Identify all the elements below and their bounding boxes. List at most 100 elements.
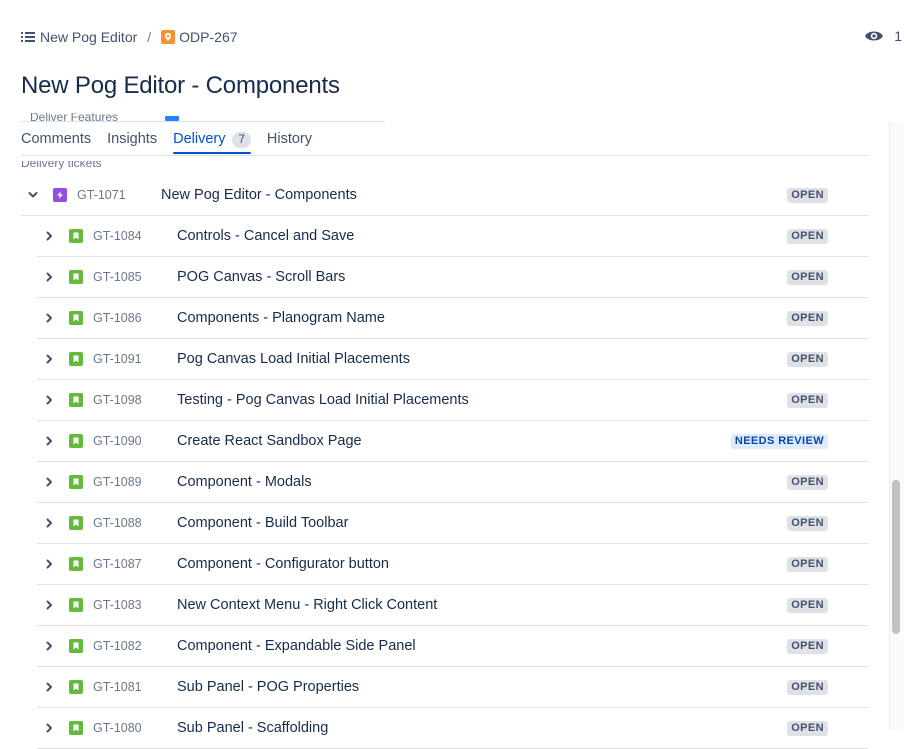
status-badge: OPEN: [787, 598, 828, 613]
child-ticket-row[interactable]: GT-1089 Component - Modals OPEN: [37, 462, 868, 503]
ticket-key[interactable]: GT-1085: [93, 270, 142, 284]
bookmark-icon: [69, 393, 83, 407]
ticket-key[interactable]: GT-1084: [93, 229, 142, 243]
ticket-summary[interactable]: Pog Canvas Load Initial Placements: [177, 351, 410, 367]
ticket-key[interactable]: GT-1098: [93, 393, 142, 407]
status-badge: OPEN: [787, 516, 828, 531]
child-ticket-row[interactable]: GT-1088 Component - Build Toolbar OPEN: [37, 503, 868, 544]
scrollbar-thumb[interactable]: [892, 480, 900, 634]
ticket-summary[interactable]: Component - Build Toolbar: [177, 515, 348, 531]
eye-icon: [865, 31, 884, 41]
status-badge: OPEN: [787, 270, 828, 285]
tab-history[interactable]: History: [267, 122, 312, 154]
status-badge: NEEDS REVIEW: [730, 434, 828, 449]
child-ticket-row[interactable]: GT-1098 Testing - Pog Canvas Load Initial…: [37, 380, 868, 421]
ticket-summary[interactable]: Testing - Pog Canvas Load Initial Placem…: [177, 392, 469, 408]
child-ticket-row[interactable]: GT-1090 Create React Sandbox Page NEEDS RE…: [37, 421, 868, 462]
list-icon[interactable]: [21, 31, 35, 43]
status-badge: OPEN: [787, 557, 828, 572]
status-badge: OPEN: [787, 680, 828, 695]
bookmark-icon: [69, 721, 83, 735]
ticket-key[interactable]: GT-1086: [93, 311, 142, 325]
status-badge: OPEN: [787, 188, 828, 203]
status-badge: OPEN: [787, 352, 828, 367]
ticket-key[interactable]: GT-1082: [93, 639, 142, 653]
status-badge: OPEN: [787, 311, 828, 326]
chevron-right-icon[interactable]: [44, 436, 54, 446]
chevron-right-icon[interactable]: [44, 641, 54, 651]
chevron-right-icon[interactable]: [44, 313, 54, 323]
status-badge: OPEN: [787, 721, 828, 736]
child-ticket-row[interactable]: GT-1083 New Context Menu - Right Click Co…: [37, 585, 868, 626]
parent-ticket-row[interactable]: GT-1071 New Pog Editor - Components OPEN: [21, 174, 868, 216]
ticket-summary[interactable]: Sub Panel - Scaffolding: [177, 720, 328, 736]
child-ticket-row[interactable]: GT-1087 Component - Configurator button OP…: [37, 544, 868, 585]
ticket-summary[interactable]: POG Canvas - Scroll Bars: [177, 269, 345, 285]
lightning-icon: [53, 188, 67, 202]
breadcrumb: New Pog Editor / ODP-267: [21, 28, 238, 46]
ticket-key[interactable]: GT-1081: [93, 680, 142, 694]
bookmark-icon: [69, 516, 83, 530]
ticket-key[interactable]: GT-1090: [93, 434, 142, 448]
ticket-key[interactable]: GT-1083: [93, 598, 142, 612]
ticket-key[interactable]: GT-1071: [77, 188, 126, 202]
ticket-summary[interactable]: Controls - Cancel and Save: [177, 228, 354, 244]
bookmark-icon: [69, 352, 83, 366]
ticket-key[interactable]: GT-1080: [93, 721, 142, 735]
ticket-key[interactable]: GT-1087: [93, 557, 142, 571]
page-title: New Pog Editor - Components: [21, 72, 340, 99]
bookmark-icon: [69, 557, 83, 571]
breadcrumb-project-link[interactable]: New Pog Editor: [40, 29, 137, 45]
ticket-summary[interactable]: Sub Panel - POG Properties: [177, 679, 359, 695]
watch-button[interactable]: 1: [864, 28, 902, 44]
child-ticket-row[interactable]: GT-1084 Controls - Cancel and Save OPEN: [37, 216, 868, 257]
ticket-summary[interactable]: Components - Planogram Name: [177, 310, 385, 326]
ticket-key[interactable]: GT-1091: [93, 352, 142, 366]
status-badge: OPEN: [787, 639, 828, 654]
watcher-count: 1: [894, 28, 902, 44]
tab-delivery[interactable]: Delivery 7: [173, 122, 251, 154]
ticket-summary[interactable]: Create React Sandbox Page: [177, 433, 362, 449]
ticket-summary[interactable]: Component - Configurator button: [177, 556, 389, 572]
bookmark-icon: [69, 680, 83, 694]
ticket-summary[interactable]: New Context Menu - Right Click Content: [177, 597, 437, 613]
tab-bar: Comments Insights Delivery 7 History: [21, 122, 868, 156]
child-ticket-row[interactable]: GT-1086 Components - Planogram Name OPEN: [37, 298, 868, 339]
ticket-summary[interactable]: Component - Expandable Side Panel: [177, 638, 416, 654]
chevron-right-icon[interactable]: [44, 272, 54, 282]
chevron-down-icon[interactable]: [28, 190, 38, 200]
child-ticket-row[interactable]: GT-1085 POG Canvas - Scroll Bars OPEN: [37, 257, 868, 298]
ticket-key[interactable]: GT-1088: [93, 516, 142, 530]
chevron-right-icon[interactable]: [44, 518, 54, 528]
partial-content-text: Deliver Features: [30, 113, 119, 121]
chevron-right-icon[interactable]: [44, 354, 54, 364]
chevron-right-icon[interactable]: [44, 723, 54, 733]
ticket-summary[interactable]: New Pog Editor - Components: [161, 187, 357, 203]
chevron-right-icon[interactable]: [44, 600, 54, 610]
status-badge: OPEN: [787, 229, 828, 244]
status-badge: OPEN: [787, 393, 828, 408]
chevron-right-icon[interactable]: [44, 559, 54, 569]
chevron-right-icon[interactable]: [44, 231, 54, 241]
bookmark-icon: [69, 229, 83, 243]
chevron-right-icon[interactable]: [44, 682, 54, 692]
child-ticket-row[interactable]: GT-1091 Pog Canvas Load Initial Placement…: [37, 339, 868, 380]
breadcrumb-issue-link[interactable]: ODP-267: [179, 29, 237, 45]
ticket-summary[interactable]: Component - Modals: [177, 474, 312, 490]
child-ticket-row[interactable]: GT-1081 Sub Panel - POG Properties OPEN: [37, 667, 868, 708]
chevron-right-icon[interactable]: [44, 395, 54, 405]
tab-insights[interactable]: Insights: [107, 122, 157, 154]
bookmark-icon: [69, 434, 83, 448]
scrollbar[interactable]: [889, 122, 904, 730]
tab-comments[interactable]: Comments: [21, 122, 91, 154]
child-ticket-row[interactable]: GT-1080 Sub Panel - Scaffolding OPEN: [37, 708, 868, 749]
child-ticket-row[interactable]: GT-1082 Component - Expandable Side Panel…: [37, 626, 868, 667]
bookmark-icon: [69, 598, 83, 612]
ticket-key[interactable]: GT-1089: [93, 475, 142, 489]
bookmark-icon: [69, 270, 83, 284]
bookmark-icon: [69, 639, 83, 653]
chevron-right-icon[interactable]: [44, 477, 54, 487]
bookmark-icon: [69, 475, 83, 489]
breadcrumb-separator: /: [147, 29, 152, 45]
tab-count-badge: 7: [232, 132, 251, 148]
